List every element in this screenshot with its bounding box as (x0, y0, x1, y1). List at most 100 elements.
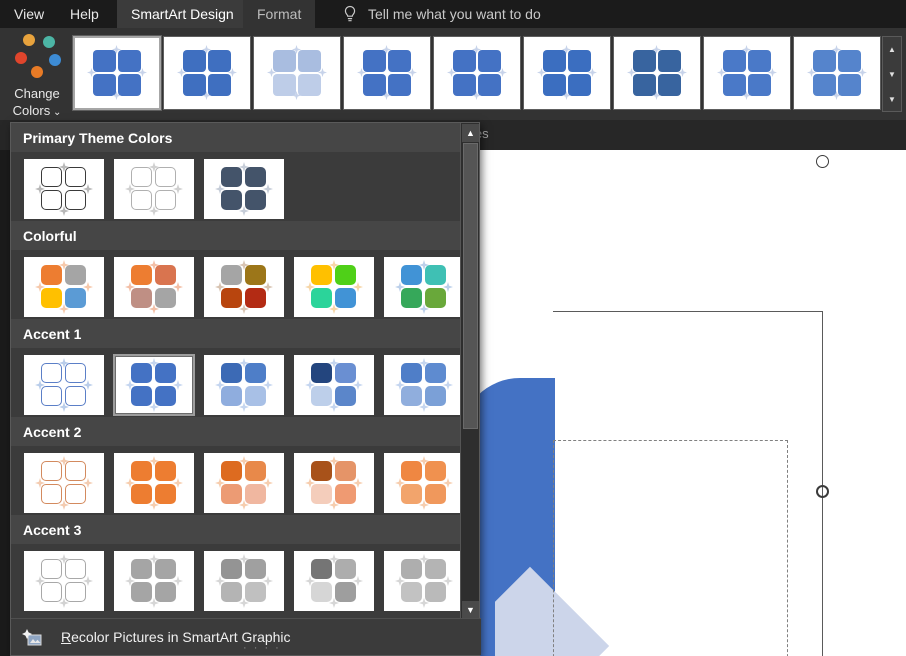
gallery-cell (838, 50, 861, 72)
swatch-cell (245, 484, 266, 504)
swatch-cell (131, 363, 152, 383)
tab-help[interactable]: Help (56, 0, 113, 28)
color-swatch-accent1-gradient-range[interactable] (293, 354, 375, 416)
change-colors-icon (11, 34, 63, 84)
color-swatch-accent2-gradient-range[interactable] (293, 452, 375, 514)
smartart-placeholder-box-1[interactable] (553, 440, 788, 656)
selection-handle-top[interactable] (816, 155, 829, 168)
gallery-cell (208, 74, 231, 96)
color-swatch-accent3-outline[interactable] (23, 550, 105, 612)
gallery-cell (93, 74, 116, 96)
color-swatch-accent2-fill[interactable] (113, 452, 195, 514)
group-row (11, 545, 461, 613)
gallery-cell (388, 74, 411, 96)
gallery-item-style-polished[interactable] (523, 36, 611, 110)
swatch-cell (245, 167, 266, 187)
color-swatch-colorful-range[interactable] (23, 256, 105, 318)
swatch-cell (155, 582, 176, 602)
swatch-cell (335, 265, 356, 285)
dropdown-scroll-up-button[interactable]: ▲ (462, 124, 479, 142)
swatch-cell (335, 288, 356, 308)
change-colors-label-line1: Change (14, 86, 60, 101)
color-swatch-accent3-transparent[interactable] (383, 550, 461, 612)
swatch-cell (65, 461, 86, 481)
gallery-more-button[interactable]: ▼ (883, 87, 901, 111)
tell-me-search[interactable]: Tell me what you want to do (368, 0, 541, 28)
gallery-scroll-controls[interactable]: ▲ ▼ ▼ (882, 36, 902, 112)
color-swatch-accent3-fill[interactable] (113, 550, 195, 612)
gallery-cell (298, 74, 321, 96)
color-swatch-accent1-gradient-loop[interactable] (203, 354, 285, 416)
gallery-cell (453, 50, 476, 72)
gallery-cell (363, 50, 386, 72)
color-swatch-dark-fill[interactable] (203, 158, 285, 220)
swatch-cell (311, 484, 332, 504)
swatch-cell (41, 559, 62, 579)
swatch-cell (41, 484, 62, 504)
swatch-cell (41, 582, 62, 602)
color-swatch-accent2-transparent[interactable] (383, 452, 461, 514)
color-swatch-colorful-range-5to6[interactable] (383, 256, 461, 318)
color-dot-1 (43, 36, 55, 48)
smartart-styles-gallery[interactable] (73, 36, 881, 112)
swatch-cell (401, 461, 422, 481)
color-swatch-light-outline[interactable] (113, 158, 195, 220)
gallery-item-style-brick[interactable] (793, 36, 881, 110)
swatch-cell (41, 386, 62, 406)
color-swatch-colorful-range-2to3[interactable] (113, 256, 195, 318)
gallery-cell (658, 50, 681, 72)
color-swatch-colorful-range-3to4[interactable] (203, 256, 285, 318)
gallery-item-style-metallic[interactable] (433, 36, 521, 110)
swatch-cell (131, 190, 152, 210)
tab-smartart-design[interactable]: SmartArt Design (117, 0, 248, 28)
dropdown-scrollbar[interactable]: ▲ ▼ (460, 123, 479, 620)
color-swatch-accent3-gradient-loop[interactable] (203, 550, 285, 612)
swatch-cell (41, 190, 62, 210)
gallery-cell (118, 74, 141, 96)
color-swatch-colorful-range-4to5[interactable] (293, 256, 375, 318)
gallery-item-style-inset[interactable] (343, 36, 431, 110)
color-swatch-accent1-fill[interactable] (113, 354, 195, 416)
swatch-cell (155, 484, 176, 504)
color-swatch-accent2-outline[interactable] (23, 452, 105, 514)
selection-handle-middle[interactable] (816, 485, 829, 498)
gallery-item-style-powder[interactable] (703, 36, 791, 110)
color-swatch-accent3-gradient-range[interactable] (293, 550, 375, 612)
swatch-cell (245, 559, 266, 579)
color-groups-list[interactable]: Primary Theme Colors Colorful Accent 1 Acce… (11, 123, 461, 620)
gallery-cell (273, 50, 296, 72)
gallery-item-style-flat[interactable] (163, 36, 251, 110)
swatch-cell (401, 582, 422, 602)
gallery-scroll-up-button[interactable]: ▲ (883, 37, 901, 61)
recolor-picture-icon (22, 629, 42, 646)
gallery-item-style-simple-fill[interactable] (73, 36, 161, 110)
dropdown-scroll-down-button[interactable]: ▼ (462, 601, 479, 619)
swatch-cell (65, 386, 86, 406)
color-swatch-accent2-gradient-loop[interactable] (203, 452, 285, 514)
change-colors-dropdown[interactable]: Primary Theme Colors Colorful Accent 1 Acce… (10, 122, 481, 656)
color-dot-2 (15, 52, 27, 64)
gallery-cell (748, 50, 771, 72)
color-swatch-dark-outline[interactable] (23, 158, 105, 220)
gallery-cell (813, 74, 836, 96)
change-colors-button[interactable]: Change Colors ⌄ (4, 30, 70, 118)
tab-format[interactable]: Format (243, 0, 316, 28)
swatch-cell (221, 167, 242, 187)
swatch-cell (401, 484, 422, 504)
dropdown-resize-grip[interactable]: · · · · (243, 642, 281, 654)
tab-view[interactable]: View (0, 0, 58, 28)
gallery-item-style-cartoon[interactable] (613, 36, 701, 110)
dropdown-scroll-thumb[interactable] (463, 143, 478, 429)
gallery-cell (658, 74, 681, 96)
swatch-cell (245, 386, 266, 406)
color-swatch-accent1-transparent[interactable] (383, 354, 461, 416)
gallery-item-style-subtle-gradient[interactable] (253, 36, 341, 110)
group-header-accent-2: Accent 2 (11, 417, 461, 447)
recolor-pictures-menu-item[interactable]: Recolor Pictures in SmartArt Graphic · ·… (11, 618, 481, 655)
gallery-scroll-down-button[interactable]: ▼ (883, 62, 901, 86)
group-row (11, 251, 461, 319)
swatch-cell (221, 386, 242, 406)
color-swatch-accent1-outline[interactable] (23, 354, 105, 416)
gallery-cell (478, 50, 501, 72)
chevron-down-icon[interactable]: ⌄ (50, 107, 61, 118)
